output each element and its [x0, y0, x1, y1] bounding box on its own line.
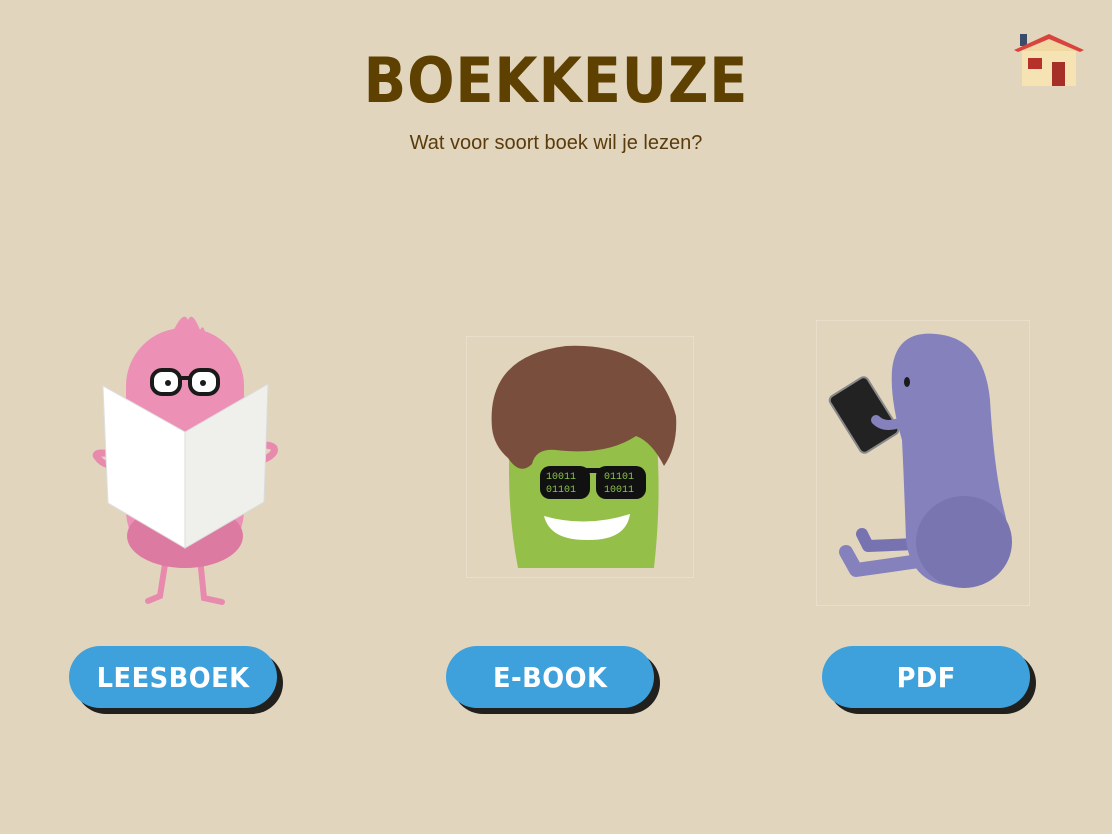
purple-phone-character [816, 320, 1030, 606]
pdf-illustration[interactable] [816, 320, 1030, 606]
house-icon [1014, 34, 1084, 86]
pdf-button[interactable]: PDF [822, 646, 1030, 708]
pdf-button-label: PDF [896, 660, 956, 694]
leesboek-button-label: LEESBOEK [96, 660, 250, 694]
ebook-illustration[interactable]: 10011 01101 01101 10011 [466, 336, 694, 578]
glasses-left-bottom: 01101 [546, 485, 576, 496]
ebook-button-label: E-BOOK [492, 660, 608, 694]
leesboek-illustration[interactable] [88, 308, 283, 608]
home-button[interactable] [1010, 30, 1088, 90]
leesboek-button[interactable]: LEESBOEK [69, 646, 277, 708]
page-subtitle: Wat voor soort boek wil je lezen? [409, 132, 703, 154]
glasses-right-top: 01101 [604, 472, 634, 483]
glasses-left-top: 10011 [546, 472, 576, 483]
pink-reader-character [92, 316, 278, 605]
ebook-button[interactable]: E-BOOK [446, 646, 654, 708]
page-title: BOEKKEUZE [363, 44, 749, 117]
green-geek-character: 10011 01101 01101 10011 [466, 336, 694, 578]
glasses-right-bottom: 10011 [604, 485, 634, 496]
